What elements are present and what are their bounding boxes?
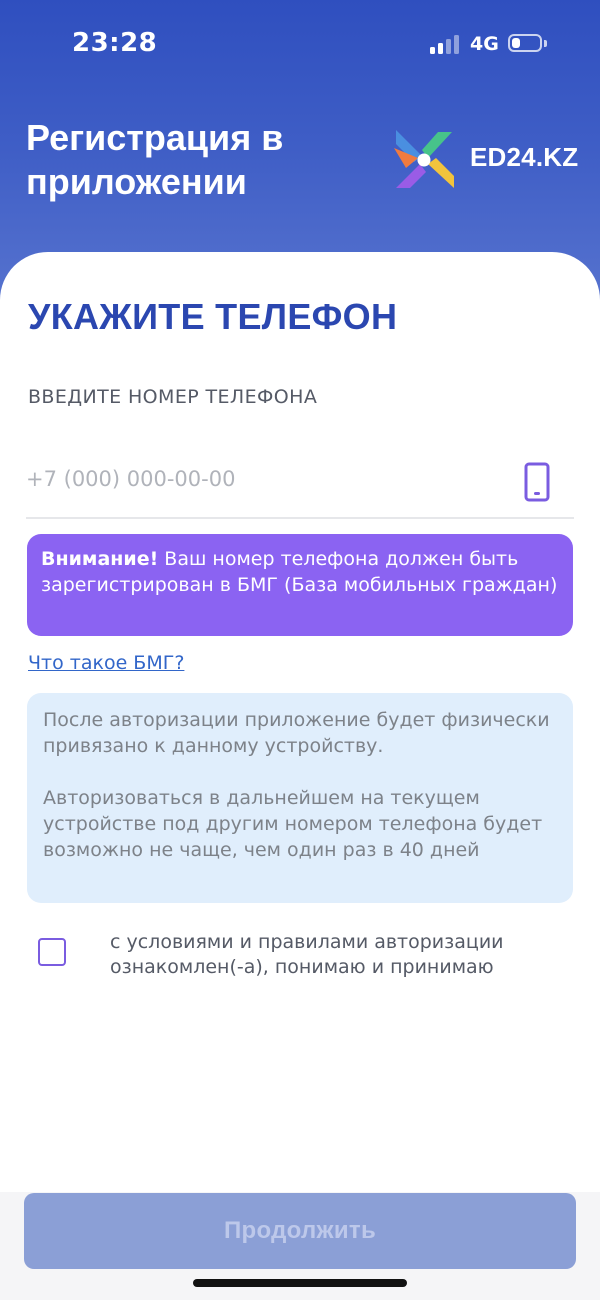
page-title: Регистрация в приложении [26, 117, 284, 202]
warning-title: Внимание! [41, 548, 159, 570]
battery-fill [512, 38, 520, 48]
network-type: 4G [470, 33, 499, 55]
info-paragraph-device-binding: После авторизации приложение будет физич… [43, 709, 550, 757]
battery-icon [508, 34, 542, 52]
agreement-label[interactable]: с условиями и правилами авторизации озна… [110, 930, 560, 980]
warning-banner: Внимание! Ваш номер телефона должен быть… [27, 534, 573, 636]
smartphone-icon [524, 462, 550, 502]
section-title: УКАЖИТЕ ТЕЛЕФОН [28, 296, 398, 337]
status-time: 23:28 [72, 28, 158, 58]
home-indicator [193, 1279, 407, 1287]
phone-field-label: ВВЕДИТЕ НОМЕР ТЕЛЕФОНА [28, 386, 318, 408]
what-is-bmg-link[interactable]: Что такое БМГ? [28, 652, 184, 674]
continue-button[interactable]: Продолжить [24, 1193, 576, 1269]
agreement-checkbox[interactable] [38, 938, 66, 966]
info-paragraph-reauth-limit: Авторизоваться в дальнейшем на текущем у… [43, 787, 543, 861]
phone-input-underline [26, 517, 574, 519]
battery-tip [544, 40, 547, 47]
phone-input[interactable] [26, 456, 516, 502]
signal-strength-icon [430, 34, 462, 54]
brand-name: ED24.KZ [470, 142, 579, 172]
ed24-logo-icon [394, 130, 454, 188]
info-box: После авторизации приложение будет физич… [27, 693, 573, 903]
status-bar: 23:28 4G [0, 0, 600, 90]
